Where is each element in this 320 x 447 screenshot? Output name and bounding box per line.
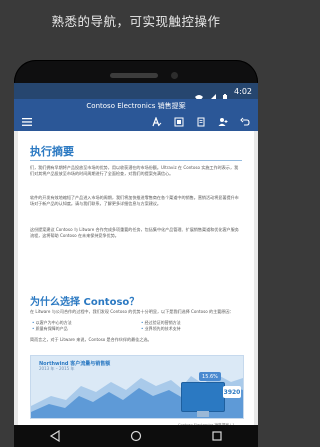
front-camera — [171, 72, 178, 79]
chart-pill-label: 15.6% — [199, 372, 221, 381]
paragraph-2: 软件的开发有效地缩短了产品进入市场的周期，我们将加快推进零售商在各个渠道中的销售… — [30, 195, 239, 206]
status-time: 4:02 — [234, 86, 252, 96]
status-bar: 4:02 — [14, 83, 258, 102]
add-user-icon[interactable] — [216, 115, 230, 129]
speaker-grille — [110, 73, 158, 78]
document-title: Contoso Electronics 销售提案 — [14, 99, 258, 113]
phone-frame: 4:02 Contoso Electronics 销售提案 执行摘要 们，我们拥… — [14, 60, 258, 447]
bullet-item: 质量有保障的产品 — [32, 326, 133, 332]
android-nav-bar — [14, 425, 258, 447]
undo-icon[interactable] — [238, 115, 252, 129]
promo-caption: 熟悉的导航，可实现触控操作 — [51, 13, 221, 29]
phone-screen: 4:02 Contoso Electronics 销售提案 执行摘要 们，我们拥… — [14, 83, 258, 447]
font-icon[interactable] — [150, 115, 164, 129]
monitor-stand — [197, 411, 209, 417]
heading-why-contoso: 为什么选择 Contoso？ — [30, 297, 140, 308]
chart-counter: 3920 — [223, 386, 241, 398]
recents-icon[interactable] — [208, 427, 226, 445]
wifi-icon — [195, 87, 204, 102]
menu-icon[interactable] — [20, 115, 34, 129]
chart-subtitle: 2013 年 – 2015 年 — [39, 366, 75, 371]
battery-icon — [221, 87, 229, 102]
layout-icon[interactable] — [172, 115, 186, 129]
bullet-item: 业界领先的技术支持 — [141, 326, 242, 332]
back-icon[interactable] — [46, 427, 64, 445]
toolbar — [14, 113, 258, 131]
view-icon[interactable] — [194, 115, 208, 129]
paragraph-4: 在 Litware 与公司合作的过程中，我们发现 Contoso 的优势十分明显… — [30, 309, 234, 314]
stage: 熟悉的导航，可实现触控操作 4:02 Contoso Electronics 销… — [0, 0, 272, 447]
signal-icon — [208, 87, 217, 102]
bullet-list: 以客户为中心的方法 经过验证的营销方法 质量有保障的产品 业界领先的技术支持 — [32, 320, 242, 332]
sales-chart: Northwind 客户流量与销售额 2013 年 – 2015 年 15.6%… — [30, 355, 244, 419]
heading-executive-summary: 执行摘要 — [30, 145, 74, 158]
home-icon[interactable] — [127, 427, 145, 445]
document-page[interactable]: 执行摘要 们，我们拥有早期将产品投放至市场的优势，用以收获潜在的市场份额。Ult… — [18, 131, 254, 429]
heading-rule — [30, 160, 242, 161]
paragraph-summary: 简而言之，对于 Litware 来说，Contoso 是合作伙伴的最佳之选。 — [30, 337, 152, 342]
paragraph-intro: 们，我们拥有早期将产品投放至市场的优势，用以收获潜在的市场份额。Ultraviz… — [30, 165, 239, 176]
toolbar-actions — [150, 115, 252, 129]
paragraph-3: 这份提案建议 Contoso 与 Litware 合作完成多项重要的任务，包括集… — [30, 227, 239, 238]
monitor-illustration — [181, 382, 225, 417]
